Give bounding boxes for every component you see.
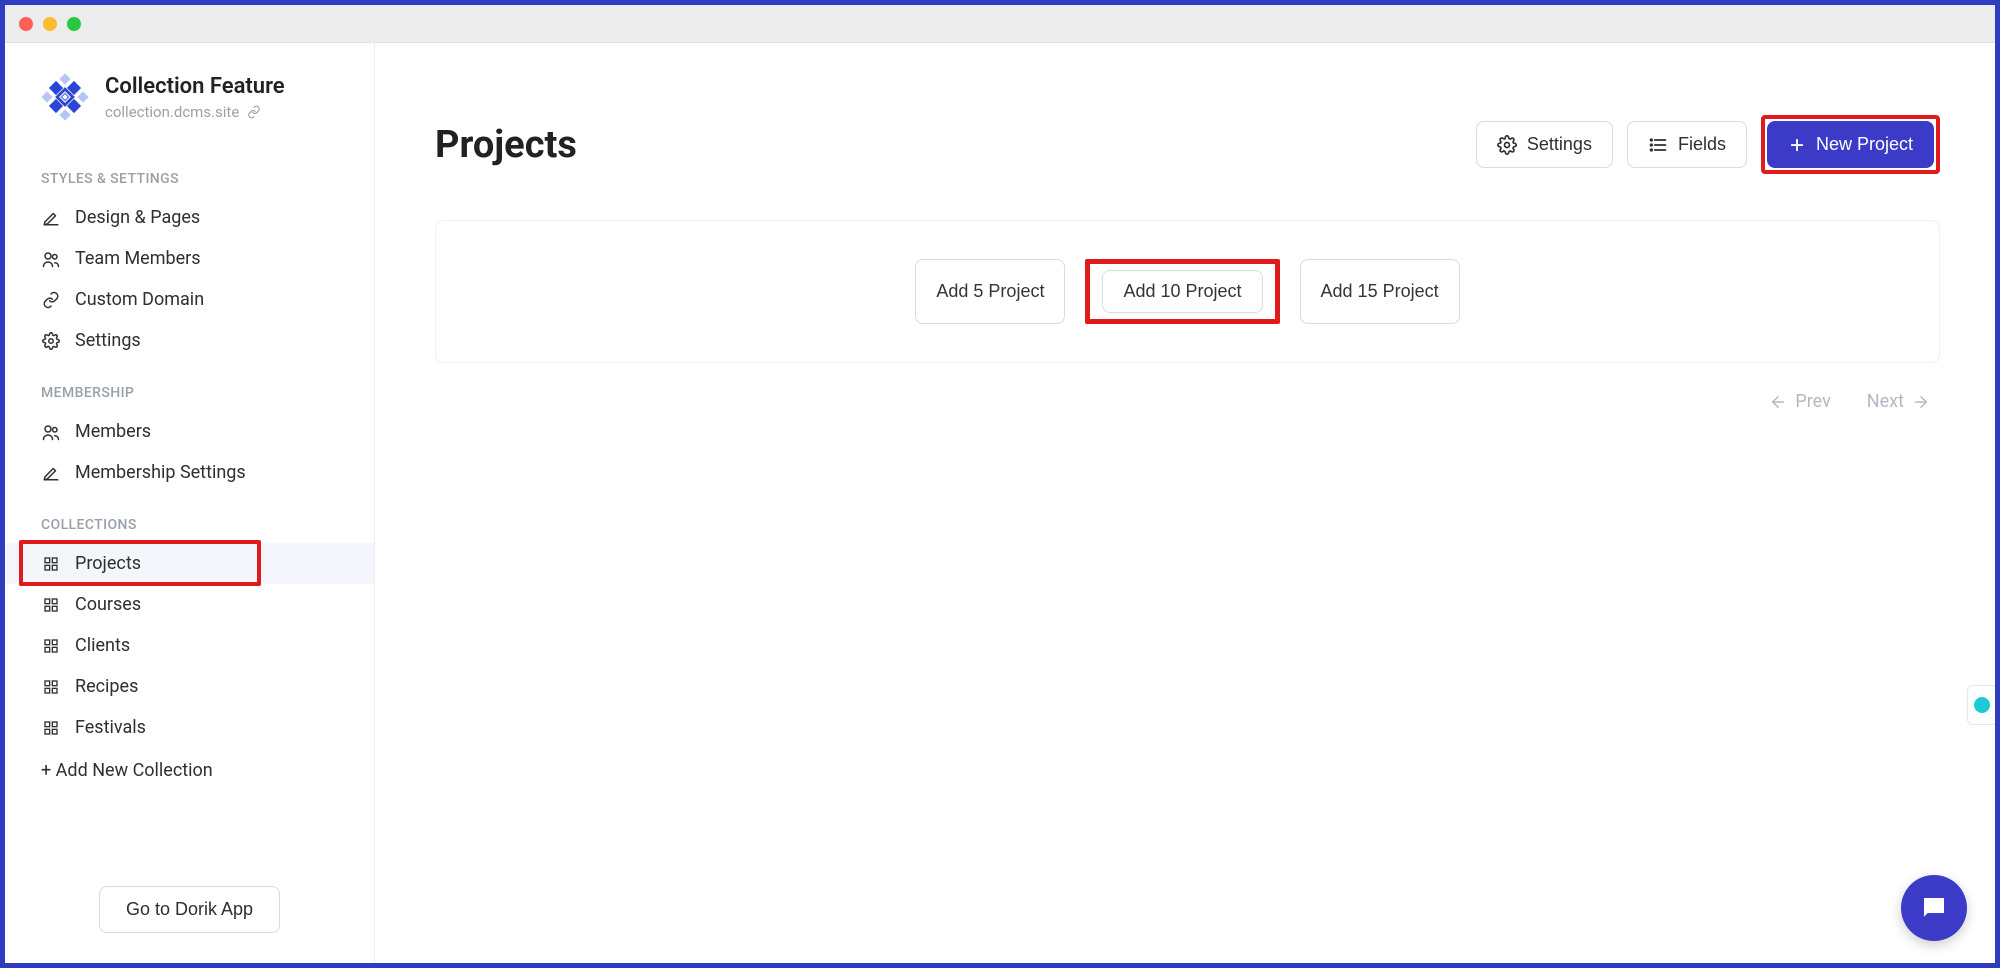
app-body: Collection Feature collection.dcms.site …	[5, 43, 1995, 963]
new-project-button[interactable]: New Project	[1767, 121, 1934, 168]
settings-button[interactable]: Settings	[1476, 121, 1613, 168]
app-window: Collection Feature collection.dcms.site …	[0, 0, 2000, 968]
widget-dot-icon	[1974, 697, 1990, 713]
grid-icon	[41, 679, 61, 695]
sidebar-item-label: Festivals	[75, 717, 146, 738]
sidebar-item-label: Custom Domain	[75, 289, 204, 310]
sidebar-collection-projects-wrap: Projects	[5, 543, 374, 584]
link-icon[interactable]	[247, 105, 261, 119]
sidebar-item-custom-domain[interactable]: Custom Domain	[5, 279, 374, 320]
sidebar-item-recipes[interactable]: Recipes	[5, 666, 374, 707]
pencil-icon	[41, 464, 61, 482]
prev-page-button[interactable]: Prev	[1769, 391, 1830, 412]
sidebar-item-projects[interactable]: Projects	[5, 543, 374, 584]
site-domain: collection.dcms.site	[105, 103, 239, 121]
next-page-button[interactable]: Next	[1867, 391, 1930, 412]
users-icon	[41, 250, 61, 268]
main-area: Projects Settings Fields New Project	[375, 43, 1995, 963]
sidebar-item-clients[interactable]: Clients	[5, 625, 374, 666]
grid-icon	[41, 638, 61, 654]
page-title: Projects	[435, 123, 577, 167]
page-header: Projects Settings Fields New Project	[435, 115, 1940, 174]
quick-add-panel: Add 5 Project Add 10 Project Add 15 Proj…	[435, 220, 1940, 363]
sidebar-item-design-pages[interactable]: Design & Pages	[5, 197, 374, 238]
minimize-window-icon[interactable]	[43, 17, 57, 31]
add-15-project-button[interactable]: Add 15 Project	[1300, 259, 1460, 324]
fields-button-label: Fields	[1678, 134, 1726, 155]
plus-icon	[1788, 136, 1806, 154]
list-icon	[1648, 135, 1668, 155]
header-actions: Settings Fields New Project	[1476, 115, 1940, 174]
annotation-highlight-new-project: New Project	[1761, 115, 1940, 174]
brand-block: Collection Feature collection.dcms.site	[5, 73, 374, 147]
close-window-icon[interactable]	[19, 17, 33, 31]
site-subtitle-row: collection.dcms.site	[105, 103, 285, 121]
sidebar-item-membership-settings[interactable]: Membership Settings	[5, 452, 374, 493]
add-5-project-button[interactable]: Add 5 Project	[915, 259, 1065, 324]
arrow-right-icon	[1912, 393, 1930, 411]
fields-button[interactable]: Fields	[1627, 121, 1747, 168]
gear-icon	[41, 332, 61, 350]
add-10-project-button[interactable]: Add 10 Project	[1102, 270, 1262, 313]
grid-icon	[41, 556, 61, 572]
pencil-icon	[41, 209, 61, 227]
section-label-collections: COLLECTIONS	[5, 493, 374, 543]
sidebar-item-label: Design & Pages	[75, 207, 200, 228]
window-titlebar	[5, 5, 1995, 43]
annotation-highlight-add-10: Add 10 Project	[1085, 259, 1279, 324]
settings-button-label: Settings	[1527, 134, 1592, 155]
sidebar-item-members[interactable]: Members	[5, 411, 374, 452]
gear-icon	[1497, 135, 1517, 155]
chat-fab-button[interactable]	[1901, 875, 1967, 941]
brand-text: Collection Feature collection.dcms.site	[105, 74, 285, 121]
section-label-styles: STYLES & SETTINGS	[5, 147, 374, 197]
grid-icon	[41, 597, 61, 613]
prev-label: Prev	[1795, 391, 1830, 412]
sidebar-item-courses[interactable]: Courses	[5, 584, 374, 625]
sidebar-item-label: Team Members	[75, 248, 201, 269]
new-project-button-label: New Project	[1816, 134, 1913, 155]
sidebar-item-label: Membership Settings	[75, 462, 246, 483]
sidebar-item-team-members[interactable]: Team Members	[5, 238, 374, 279]
maximize-window-icon[interactable]	[67, 17, 81, 31]
sidebar-item-settings[interactable]: Settings	[5, 320, 374, 361]
sidebar-item-festivals[interactable]: Festivals	[5, 707, 374, 748]
link-icon	[41, 291, 61, 309]
sidebar-footer: Go to Dorik App	[5, 864, 374, 963]
sidebar-item-label: Members	[75, 421, 151, 442]
chat-icon	[1919, 893, 1949, 923]
next-label: Next	[1867, 391, 1904, 412]
sidebar-item-label: Recipes	[75, 676, 138, 697]
site-title: Collection Feature	[105, 74, 285, 99]
window-controls	[19, 17, 81, 31]
sidebar-item-label: Courses	[75, 594, 141, 615]
section-label-membership: MEMBERSHIP	[5, 361, 374, 411]
users-icon	[41, 423, 61, 441]
sidebar-item-label: Settings	[75, 330, 141, 351]
sidebar: Collection Feature collection.dcms.site …	[5, 43, 375, 963]
grid-icon	[41, 720, 61, 736]
add-new-collection-button[interactable]: + Add New Collection	[5, 748, 374, 793]
sidebar-item-label: Clients	[75, 635, 130, 656]
brand-logo-icon	[41, 73, 89, 121]
arrow-left-icon	[1769, 393, 1787, 411]
goto-dorik-app-button[interactable]: Go to Dorik App	[99, 886, 280, 933]
side-widget-tab[interactable]	[1967, 685, 1995, 725]
pagination: Prev Next	[435, 391, 1940, 412]
sidebar-item-label: Projects	[75, 553, 141, 574]
